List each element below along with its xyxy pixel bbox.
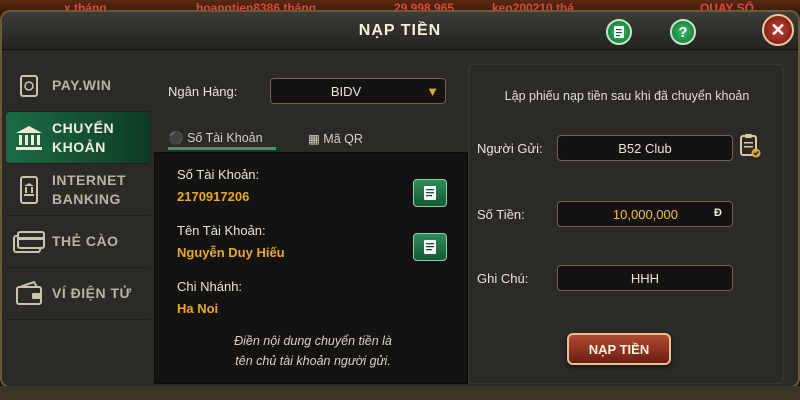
wallet-card-icon xyxy=(20,74,38,97)
sidebar-item-label: KHOẢN xyxy=(52,138,106,155)
submit-deposit-button[interactable]: NẠP TIỀN xyxy=(567,333,671,365)
tab-label: Số Tài Khoản xyxy=(187,131,263,145)
transfer-note-line: tên chủ tài khoản người gửi. xyxy=(235,354,391,368)
bank-select[interactable]: BIDV ▼ xyxy=(270,78,446,104)
account-name-value: Nguyễn Duy Hiếu xyxy=(177,245,285,260)
transfer-note-line: Điền nội dung chuyển tiền là xyxy=(234,334,392,348)
bank-label: Ngân Hàng: xyxy=(168,84,238,99)
amount-label: Số Tiền: xyxy=(477,207,525,222)
phone-bank-icon xyxy=(20,175,38,204)
sidebar-item-label: THẺ CÀO xyxy=(52,233,119,249)
form-instruction: Lập phiếu nạp tiền sau khi đã chuyển kho… xyxy=(504,89,750,103)
user-icon: ⚫ xyxy=(168,131,184,145)
close-icon: ✕ xyxy=(770,19,786,40)
sidebar-item-bank-transfer[interactable]: CHUYỂN KHOẢN xyxy=(6,112,150,164)
bank-transfer-panel: Ngân Hàng: BIDV ▼ ⚫ Số Tài Khoản ▦ Mã QR… xyxy=(154,64,468,384)
tab-qr-code[interactable]: ▦ Mã QR xyxy=(308,126,378,150)
note-label: Ghi Chú: xyxy=(477,271,529,286)
copy-account-name-button[interactable] xyxy=(413,233,447,261)
payment-method-sidebar: PAY.WIN CHUYỂN KHOẢN INTERNET BANKING THẺ … xyxy=(6,60,150,320)
dialog-titlebar: NẠP TIỀN ? ✕ xyxy=(2,12,798,50)
close-button[interactable]: ✕ xyxy=(762,14,794,46)
currency-label: Đ xyxy=(714,207,722,219)
account-number-label: Số Tài Khoản: xyxy=(177,167,260,182)
scratch-card-icon xyxy=(13,230,45,253)
account-details-box: Số Tài Khoản: 2170917206 Tên Tài Khoản: … xyxy=(154,152,468,384)
document-icon xyxy=(614,26,624,38)
account-number-value: 2170917206 xyxy=(177,189,250,204)
bank-icon xyxy=(16,125,42,150)
sidebar-item-paywin[interactable]: PAY.WIN xyxy=(6,60,150,112)
bank-selected-value: BIDV xyxy=(330,84,362,99)
branch-value: Ha Noi xyxy=(177,301,219,316)
copy-icon xyxy=(424,240,436,254)
sidebar-item-label: BANKING xyxy=(52,190,121,207)
note-field[interactable]: HHH xyxy=(557,265,733,291)
background-footer xyxy=(0,386,800,400)
sender-field[interactable]: B52 Club xyxy=(557,135,733,161)
account-name-label: Tên Tài Khoản: xyxy=(177,223,266,238)
sidebar-item-label: INTERNET xyxy=(52,171,126,188)
chevron-down-icon: ▼ xyxy=(426,84,439,99)
help-button[interactable]: ? xyxy=(670,19,696,45)
qr-code-icon: ▦ xyxy=(308,132,320,146)
sidebar-item-e-wallet[interactable]: VÍ ĐIỆN TỬ xyxy=(6,268,150,320)
deposit-form: Lập phiếu nạp tiền sau khi đã chuyển kho… xyxy=(468,64,784,384)
sidebar-item-label: VÍ ĐIỆN TỬ xyxy=(52,285,132,301)
clipboard-check-icon[interactable] xyxy=(739,133,761,164)
history-button[interactable] xyxy=(606,19,632,45)
tab-account-number[interactable]: ⚫ Số Tài Khoản xyxy=(168,126,276,150)
sender-label: Người Gửi: xyxy=(477,141,543,156)
e-wallet-icon xyxy=(16,280,42,305)
sidebar-item-label: PAY.WIN xyxy=(52,77,112,93)
sidebar-item-scratch-card[interactable]: THẺ CÀO xyxy=(6,216,150,268)
sidebar-item-internet-banking[interactable]: INTERNET BANKING xyxy=(6,164,150,216)
copy-icon xyxy=(424,186,436,200)
tab-label: Mã QR xyxy=(323,132,363,146)
branch-label: Chi Nhánh: xyxy=(177,279,243,294)
transfer-note: Điền nội dung chuyển tiền là tên chủ tài… xyxy=(195,331,431,371)
deposit-dialog: NẠP TIỀN ? ✕ PAY.WIN CHUYỂN KHOẢN INTERNE… xyxy=(0,10,800,388)
amount-field[interactable]: 10,000,000 Đ xyxy=(557,201,733,227)
sidebar-item-label: CHUYỂN xyxy=(52,119,115,136)
copy-account-number-button[interactable] xyxy=(413,179,447,207)
help-icon: ? xyxy=(678,23,688,41)
amount-value: 10,000,000 xyxy=(612,207,678,222)
